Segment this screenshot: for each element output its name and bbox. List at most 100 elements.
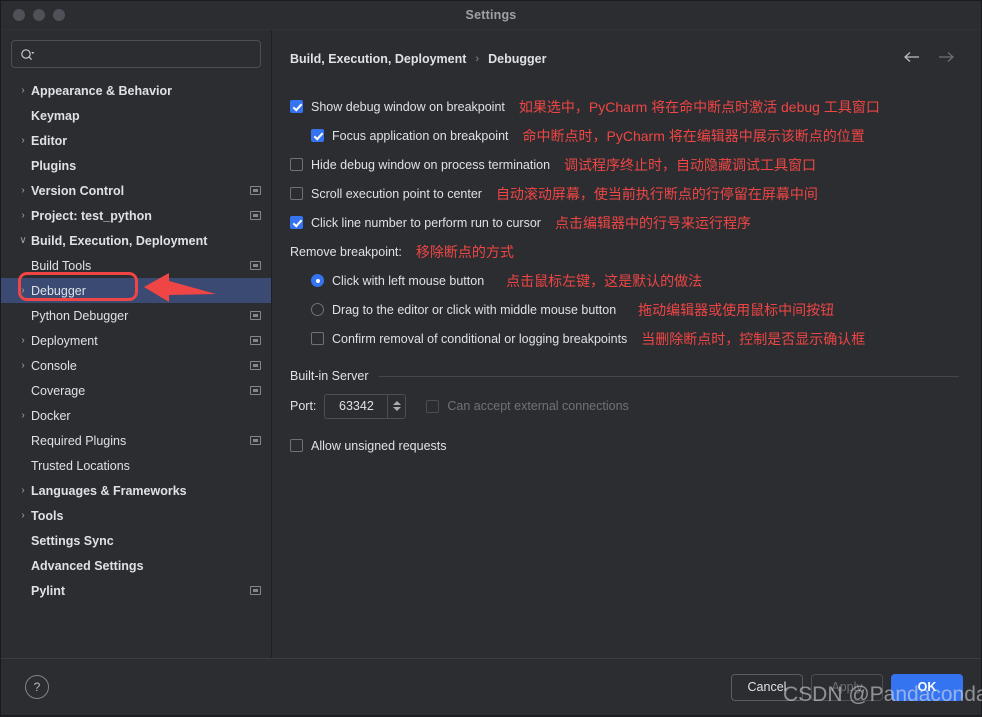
project-scope-icon	[250, 386, 261, 395]
sidebar-item-label: Pylint	[31, 583, 66, 598]
title-bar: Settings	[1, 1, 981, 29]
sidebar-item-appearance-behavior[interactable]: › Appearance & Behavior	[1, 78, 271, 103]
option-row: Hide debug window on process termination…	[290, 150, 963, 179]
section-divider	[378, 375, 959, 377]
sidebar-item-trusted-locations[interactable]: Trusted Locations	[1, 453, 271, 478]
chevron-right-icon[interactable]: ›	[15, 210, 31, 221]
radio-label: Drag to the editor or click with middle …	[332, 302, 617, 317]
option-annotation: 如果选中，PyCharm 将在命中断点时激活 debug 工具窗口	[518, 98, 880, 115]
sidebar-item-version-control[interactable]: › Version Control	[1, 178, 271, 203]
chevron-right-icon[interactable]: ›	[15, 510, 31, 521]
dialog-body: › Appearance & Behavior Keymap › Editor Plugi…	[1, 29, 981, 658]
sidebar-item-label: Console	[31, 358, 77, 373]
sidebar-item-label: Keymap	[31, 108, 80, 123]
close-light-icon[interactable]	[13, 9, 25, 21]
radio-annotation: 拖动编辑器或使用鼠标中间按钮	[638, 301, 835, 318]
debugger-option-list: Show debug window on breakpoint 如果选中，PyCh…	[290, 92, 963, 237]
project-scope-icon	[250, 186, 261, 195]
remove-breakpoint-radio[interactable]	[311, 274, 324, 287]
option-checkbox[interactable]	[290, 216, 303, 229]
breadcrumb-root[interactable]: Build, Execution, Deployment	[290, 52, 466, 66]
remove-breakpoint-header: Remove breakpoint: 移除断点的方式	[290, 237, 963, 266]
sidebar-item-label: Settings Sync	[31, 533, 114, 548]
navigation-arrows	[903, 50, 963, 68]
breadcrumb-leaf: Debugger	[488, 52, 547, 66]
chevron-right-icon[interactable]: ›	[15, 135, 31, 146]
option-checkbox[interactable]	[290, 158, 303, 171]
option-row: Click line number to perform run to curs…	[290, 208, 963, 237]
window-traffic-lights	[13, 9, 65, 21]
confirm-removal-row: Confirm removal of conditional or loggin…	[290, 324, 963, 353]
sidebar-item-plugins[interactable]: Plugins	[1, 153, 271, 178]
settings-sidebar: › Appearance & Behavior Keymap › Editor Plugi…	[1, 30, 272, 658]
chevron-right-icon[interactable]: ›	[15, 360, 31, 371]
sidebar-item-advanced-settings[interactable]: Advanced Settings	[1, 553, 271, 578]
sidebar-item-debugger[interactable]: › Debugger	[1, 278, 271, 303]
option-label: Scroll execution point to center	[311, 186, 482, 201]
sidebar-item-deployment[interactable]: › Deployment	[1, 328, 271, 353]
forward-arrow-icon[interactable]	[937, 50, 955, 68]
chevron-right-icon[interactable]: ›	[15, 410, 31, 421]
sidebar-item-coverage[interactable]: Coverage	[1, 378, 271, 403]
chevron-down-icon[interactable]: ∨	[15, 235, 31, 246]
sidebar-item-keymap[interactable]: Keymap	[1, 103, 271, 128]
external-connections-label: Can accept external connections	[447, 399, 629, 413]
sidebar-item-build-tools[interactable]: Build Tools	[1, 253, 271, 278]
sidebar-item-label: Debugger	[31, 283, 86, 298]
option-annotation: 命中断点时，PyCharm 将在编辑器中展示该断点的位置	[522, 127, 865, 144]
confirm-removal-label: Confirm removal of conditional or loggin…	[332, 331, 628, 346]
chevron-right-icon[interactable]: ›	[15, 285, 31, 296]
minimize-light-icon[interactable]	[33, 9, 45, 21]
radio-label: Click with left mouse button	[332, 273, 485, 288]
remove-breakpoint-radio[interactable]	[311, 303, 324, 316]
sidebar-item-tools[interactable]: › Tools	[1, 503, 271, 528]
apply-button[interactable]: Apply	[811, 673, 883, 701]
cancel-button[interactable]: Cancel	[731, 673, 803, 701]
port-value[interactable]: 63342	[325, 395, 387, 418]
allow-unsigned-label: Allow unsigned requests	[311, 438, 447, 453]
sidebar-item-languages-frameworks[interactable]: › Languages & Frameworks	[1, 478, 271, 503]
sidebar-item-settings-sync[interactable]: Settings Sync	[1, 528, 271, 553]
sidebar-item-pylint[interactable]: Pylint	[1, 578, 271, 603]
option-label: Show debug window on breakpoint	[311, 99, 505, 114]
project-scope-icon	[250, 586, 261, 595]
port-stepper[interactable]: 63342	[324, 393, 407, 419]
external-connections-row: Can accept external connections	[426, 399, 629, 413]
radio-row: Click with left mouse button 点击鼠标左键，这是默认的…	[290, 266, 963, 295]
ok-button[interactable]: OK	[891, 673, 963, 701]
sidebar-item-label: Build Tools	[31, 258, 92, 273]
chevron-right-icon[interactable]: ›	[15, 85, 31, 96]
project-scope-icon	[250, 261, 261, 270]
sidebar-item-label: Languages & Frameworks	[31, 483, 187, 498]
dialog-footer: ? Cancel Apply OK	[1, 658, 981, 715]
sidebar-item-docker[interactable]: › Docker	[1, 403, 271, 428]
search-box[interactable]	[11, 40, 261, 68]
port-stepper-buttons[interactable]	[387, 394, 405, 418]
stepper-down-icon[interactable]	[392, 407, 401, 411]
sidebar-item-required-plugins[interactable]: Required Plugins	[1, 428, 271, 453]
sidebar-item-label: Tools	[31, 508, 64, 523]
allow-unsigned-checkbox[interactable]	[290, 439, 303, 452]
chevron-right-icon[interactable]: ›	[15, 185, 31, 196]
stepper-up-icon[interactable]	[392, 401, 401, 405]
option-checkbox[interactable]	[290, 100, 303, 113]
sidebar-item-label: Coverage	[31, 383, 86, 398]
confirm-removal-checkbox[interactable]	[311, 332, 324, 345]
sidebar-item-editor[interactable]: › Editor	[1, 128, 271, 153]
option-checkbox[interactable]	[311, 129, 324, 142]
chevron-right-icon[interactable]: ›	[15, 335, 31, 346]
help-button[interactable]: ?	[25, 675, 49, 699]
settings-main-panel: Build, Execution, Deployment › Debugger	[272, 30, 981, 658]
back-arrow-icon[interactable]	[903, 50, 921, 68]
zoom-light-icon[interactable]	[53, 9, 65, 21]
option-checkbox[interactable]	[290, 187, 303, 200]
built-in-server-title: Built-in Server	[290, 369, 369, 383]
confirm-removal-annotation: 当删除断点时，控制是否显示确认框	[641, 330, 866, 347]
remove-breakpoint-label: Remove breakpoint:	[290, 244, 402, 259]
sidebar-item-python-debugger[interactable]: Python Debugger	[1, 303, 271, 328]
sidebar-item-build-execution-deployment[interactable]: ∨ Build, Execution, Deployment	[1, 228, 271, 253]
sidebar-item-console[interactable]: › Console	[1, 353, 271, 378]
search-input[interactable]	[40, 47, 252, 61]
chevron-right-icon[interactable]: ›	[15, 485, 31, 496]
sidebar-item-project-test-python[interactable]: › Project: test_python	[1, 203, 271, 228]
